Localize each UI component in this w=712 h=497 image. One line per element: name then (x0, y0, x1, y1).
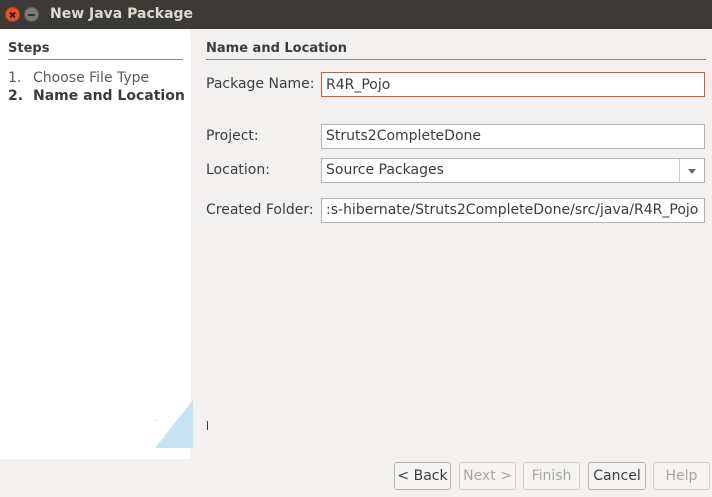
window-title: New Java Package (50, 6, 194, 22)
project-field: Struts2CompleteDone (321, 124, 705, 149)
minimize-icon[interactable] (24, 7, 39, 22)
section-divider (206, 59, 706, 60)
created-folder-path: :s-hibernate/Struts2CompleteDone/src/jav… (326, 202, 699, 218)
chevron-down-icon[interactable] (679, 159, 704, 182)
created-folder-field: :s-hibernate/Struts2CompleteDone/src/jav… (321, 198, 705, 223)
step-number: 1. (8, 70, 22, 86)
step-number: 2. (8, 88, 24, 104)
section-heading: Name and Location (206, 41, 347, 56)
steps-divider (8, 59, 183, 60)
package-name-input[interactable] (321, 72, 705, 97)
next-button[interactable]: Next > (459, 462, 516, 490)
steps-heading: Steps (8, 41, 50, 56)
location-label: Location: (206, 162, 270, 178)
wizard-graphic-icon (155, 400, 193, 448)
back-button[interactable]: < Back (394, 462, 451, 490)
step-label: Name and Location (33, 88, 185, 104)
cancel-button[interactable]: Cancel (588, 462, 646, 490)
help-button[interactable]: Help (653, 462, 710, 490)
title-bar[interactable]: New Java Package (0, 0, 712, 29)
step-choose-file-type: 1. Choose File Type (8, 70, 149, 86)
close-icon[interactable] (5, 7, 20, 22)
location-select[interactable]: Source Packages (321, 158, 705, 183)
project-label: Project: (206, 128, 259, 144)
step-name-and-location: 2. Name and Location (8, 88, 185, 104)
step-label: Choose File Type (33, 70, 150, 86)
created-folder-label: Created Folder: (206, 202, 314, 218)
finish-button[interactable]: Finish (523, 462, 580, 490)
package-name-label: Package Name: (206, 76, 315, 92)
text-cursor (207, 421, 208, 430)
steps-panel: Steps 1. Choose File Type 2. Name and Loca… (0, 29, 191, 459)
